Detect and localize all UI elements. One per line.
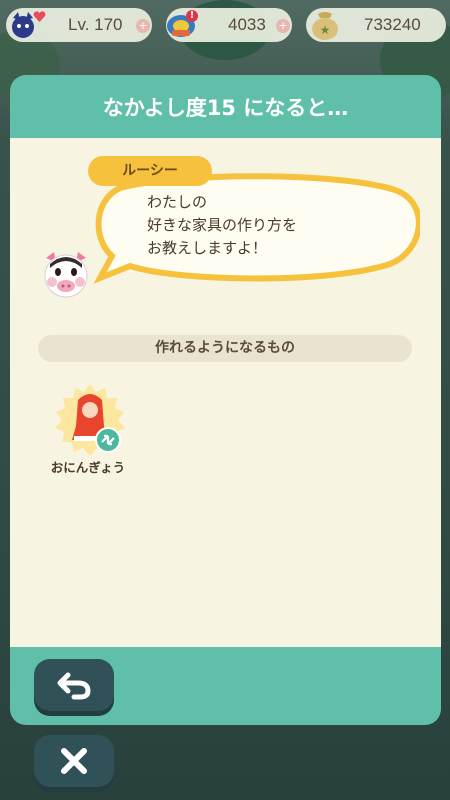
- leaf-ticket-pill: ! 4033 +: [166, 8, 292, 42]
- message-line: 好きな家具の作り方を: [147, 216, 298, 234]
- level-plus-icon[interactable]: +: [136, 19, 150, 33]
- close-icon: [61, 748, 87, 774]
- leaf-ticket-plus-icon[interactable]: +: [276, 19, 290, 33]
- close-button[interactable]: [34, 735, 114, 787]
- level-text: Lv. 170: [68, 15, 123, 34]
- heart-icon: [33, 11, 46, 22]
- craftable-section-header: 作れるようになるもの: [38, 335, 412, 362]
- villager-avatar: [44, 252, 88, 298]
- back-button[interactable]: [34, 659, 114, 711]
- item-name: おにんぎょう: [50, 460, 126, 475]
- level-pill: Lv. 170 +: [6, 8, 152, 42]
- notification-badge-icon: !: [186, 10, 198, 22]
- speaker-name: ルーシー: [88, 156, 212, 186]
- bells-count: 733240: [364, 15, 421, 34]
- message-line: わたしの: [147, 193, 208, 211]
- bell-bag-icon: ★: [312, 12, 338, 40]
- back-arrow-icon: [57, 672, 91, 700]
- bells-pill: ★ 733240: [306, 8, 446, 42]
- doll-icon[interactable]: [50, 382, 130, 462]
- svg-text:★: ★: [320, 23, 331, 37]
- message-line: お教えしますよ！: [147, 239, 268, 257]
- speech-message: わたしの 好きな家具の作り方を お教えしますよ！: [147, 191, 387, 260]
- status-bar: Lv. 170 + ! 4033 + ★ 733240: [0, 0, 450, 52]
- dialog-title: なかよし度15 になると…: [102, 96, 349, 120]
- leaf-ticket-count: 4033: [228, 15, 266, 34]
